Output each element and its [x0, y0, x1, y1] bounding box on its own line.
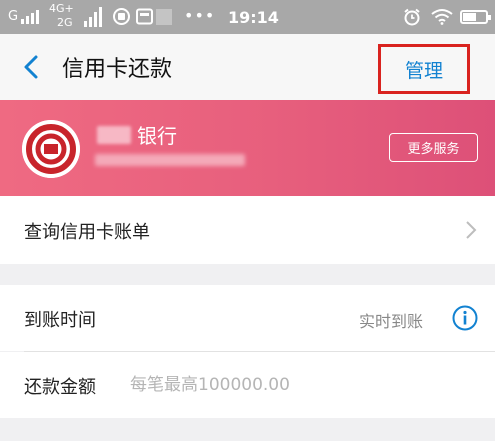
image-notification-icon [136, 8, 153, 25]
chevron-right-icon [466, 221, 477, 239]
network-4g-label: 4G+ [49, 2, 74, 15]
battery-icon [460, 10, 491, 24]
more-services-button[interactable]: 更多服务 [389, 133, 478, 162]
network-2g-label: 2G [57, 16, 73, 29]
info-icon[interactable] [452, 305, 478, 331]
card-number-blurred [95, 154, 245, 166]
signal-g-label: G [8, 9, 19, 24]
wifi-icon [431, 9, 453, 25]
more-services-label: 更多服务 [407, 142, 460, 157]
repayment-amount-input[interactable] [130, 370, 470, 400]
nav-bar: 信用卡还款 管理 [0, 34, 495, 100]
bank-name-blurred [97, 125, 131, 144]
signal-bars-1-icon [21, 10, 39, 24]
repayment-amount-row: 还款金额 [0, 352, 495, 418]
bank-logo-icon [22, 120, 80, 178]
app-notification-icon [113, 8, 130, 25]
more-notifications-icon: ••• [184, 6, 216, 25]
clock: 19:14 [228, 8, 279, 27]
arrival-time-label: 到账时间 [24, 310, 96, 331]
arrival-time-value: 实时到账 [359, 312, 424, 331]
signal-bars-2-icon [84, 7, 102, 27]
bank-card-banner[interactable]: 银行 更多服务 [0, 100, 495, 196]
blurred-notification-icon [156, 9, 172, 25]
query-bill-row[interactable]: 查询信用卡账单 [0, 196, 495, 264]
page-title: 信用卡还款 [62, 57, 173, 82]
arrival-time-row: 到账时间 实时到账 [0, 285, 495, 351]
alarm-icon [404, 8, 420, 26]
manage-button[interactable]: 管理 [378, 44, 470, 94]
bank-name-suffix: 银行 [137, 124, 177, 148]
query-bill-label: 查询信用卡账单 [24, 222, 150, 243]
manage-button-label: 管理 [404, 59, 443, 82]
back-arrow-icon[interactable] [18, 52, 46, 82]
bank-name: 银行 [97, 120, 177, 149]
status-bar: G 4G+ 2G ••• 19:14 [0, 0, 495, 34]
repayment-amount-label: 还款金额 [24, 377, 96, 398]
